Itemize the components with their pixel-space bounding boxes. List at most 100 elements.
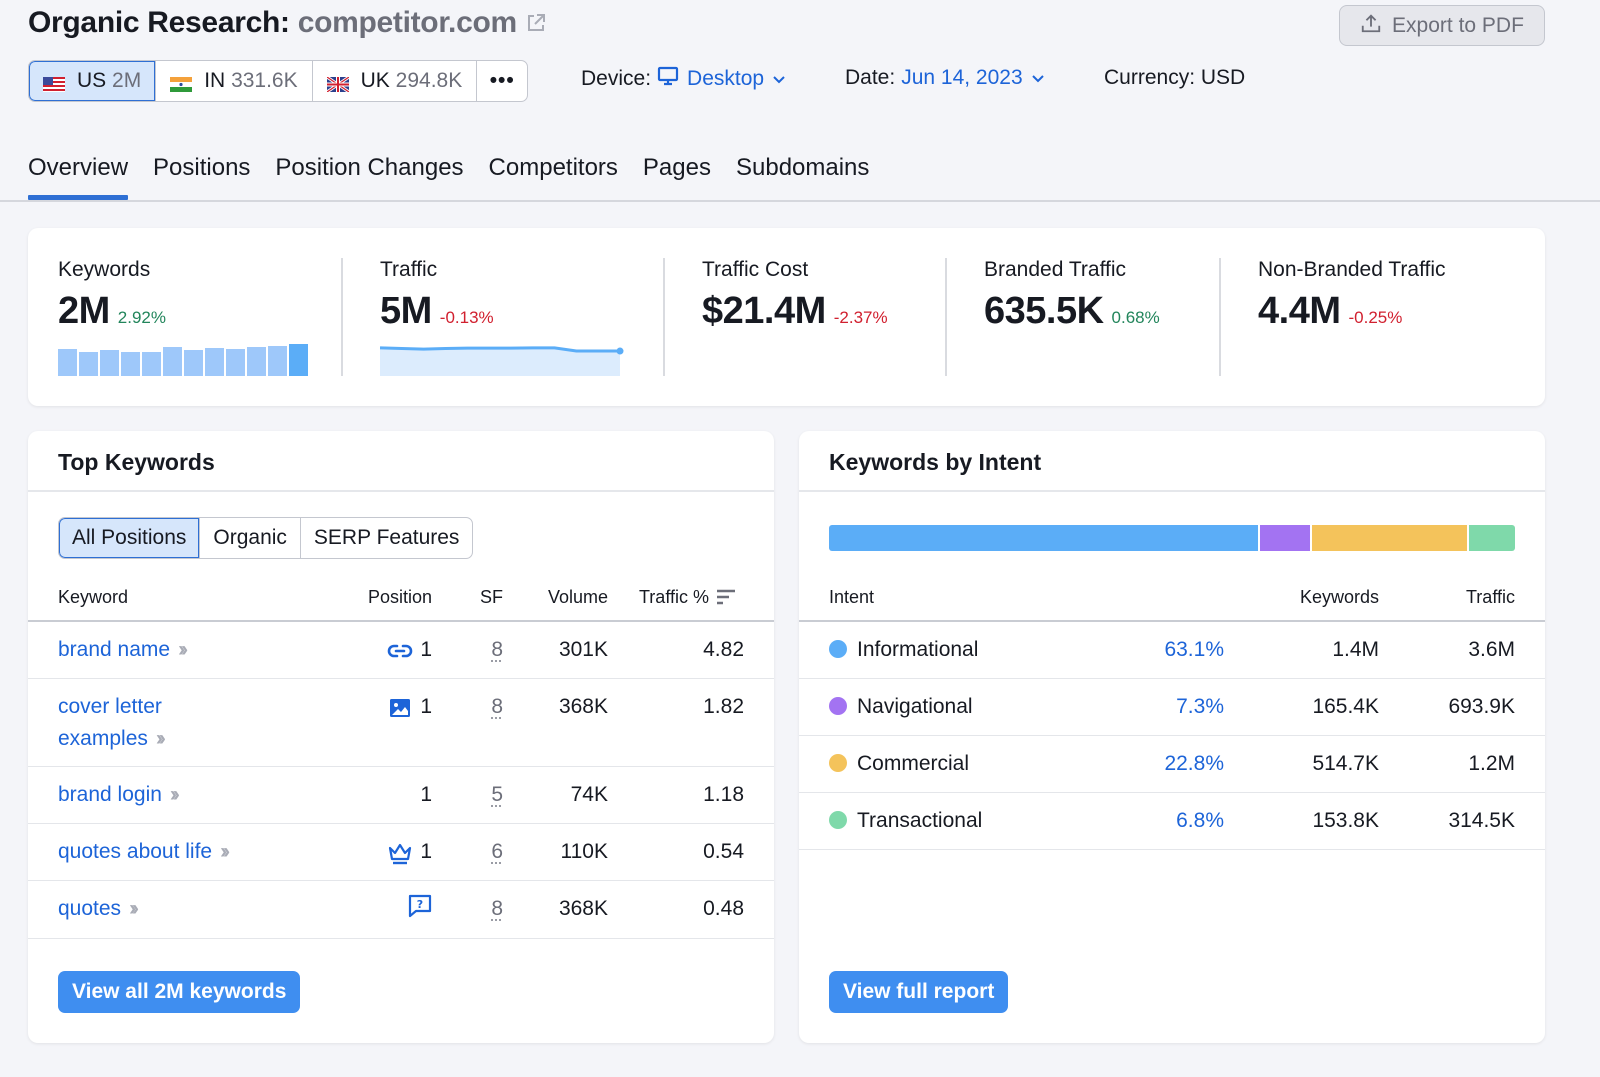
sf-count[interactable]: 8 bbox=[491, 695, 503, 719]
sort-icon[interactable] bbox=[716, 589, 736, 610]
keyword-text: examples bbox=[58, 727, 148, 750]
keyword-link[interactable]: quotes ›› bbox=[58, 893, 139, 925]
summary-card: Keywords 2M 2.92% Traffic 5M -0.13% Traf… bbox=[28, 228, 1545, 406]
database-uk[interactable]: UK 294.8K bbox=[313, 61, 478, 101]
tab-positions[interactable]: Positions bbox=[153, 152, 250, 198]
keywords-sparkline-bar bbox=[289, 344, 308, 376]
table-row: quotes about life ›› 1 6 110K 0.54 bbox=[28, 824, 774, 881]
intent-segment-navigational[interactable] bbox=[1260, 525, 1310, 551]
card-divider bbox=[799, 490, 1545, 492]
column-header-intent: Intent bbox=[829, 587, 875, 607]
metric-label: Non-Branded Traffic bbox=[1258, 258, 1446, 281]
table-row: quotes ›› ? 8 368K 0.48 bbox=[28, 881, 774, 939]
intent-row: Transactional 6.8% 153.8K 314.5K bbox=[799, 793, 1545, 850]
metric-branded-traffic[interactable]: Branded Traffic 635.5K 0.68% bbox=[984, 258, 1160, 333]
volume-value: 368K bbox=[558, 695, 608, 718]
traffic-value: 1.18 bbox=[703, 783, 744, 806]
metric-value: $21.4M bbox=[702, 290, 826, 332]
date-dropdown[interactable]: Jun 14, 2023 bbox=[901, 66, 1044, 90]
intent-percent[interactable]: 6.8% bbox=[1176, 809, 1224, 833]
column-header-sf[interactable]: SF bbox=[480, 587, 503, 608]
double-chevron-right-icon[interactable]: ›› bbox=[156, 727, 166, 750]
keyword-text: cover letter bbox=[58, 695, 162, 718]
sf-count[interactable]: 8 bbox=[491, 897, 503, 921]
database-in[interactable]: IN 331.6K bbox=[156, 61, 313, 101]
metric-non-branded-traffic[interactable]: Non-Branded Traffic 4.4M -0.25% bbox=[1258, 258, 1446, 333]
sf-count[interactable]: 6 bbox=[491, 840, 503, 864]
metric-label: Traffic bbox=[380, 258, 438, 281]
table-row: brand login ›› 1 5 74K 1.18 bbox=[28, 767, 774, 824]
export-to-pdf-button[interactable]: Export to PDF bbox=[1339, 5, 1545, 46]
keyword-link[interactable]: brand name ›› bbox=[58, 634, 188, 666]
metric-traffic[interactable]: Traffic 5M -0.13% bbox=[380, 258, 494, 333]
keyword-link[interactable]: brand login ›› bbox=[58, 779, 180, 811]
segment-organic[interactable]: Organic bbox=[200, 518, 301, 558]
double-chevron-right-icon[interactable]: ›› bbox=[170, 783, 180, 806]
domain-name[interactable]: competitor.com bbox=[298, 6, 517, 40]
segment-all-positions[interactable]: All Positions bbox=[59, 518, 201, 558]
intent-percent[interactable]: 63.1% bbox=[1164, 638, 1224, 662]
table-row: brand name ›› 1 8 301K 4.82 bbox=[28, 622, 774, 679]
tab-pages[interactable]: Pages bbox=[643, 152, 711, 198]
view-all-keywords-button[interactable]: View all 2M keywords bbox=[58, 971, 301, 1013]
sf-count[interactable]: 8 bbox=[491, 638, 503, 662]
tab-overview[interactable]: Overview bbox=[28, 152, 129, 200]
metric-delta: -0.13% bbox=[439, 308, 494, 327]
question-bubble-icon: ? bbox=[407, 893, 433, 919]
keywords-sparkline-bar bbox=[226, 349, 245, 376]
intent-name: Navigational bbox=[857, 695, 973, 718]
keyword-text: quotes about life bbox=[58, 840, 213, 863]
intent-percent[interactable]: 22.8% bbox=[1164, 752, 1224, 776]
metric-delta: -2.37% bbox=[833, 308, 888, 327]
metric-label: Branded Traffic bbox=[984, 258, 1127, 281]
column-header-traffic[interactable]: Traffic % bbox=[639, 587, 709, 608]
double-chevron-right-icon[interactable]: ›› bbox=[178, 638, 188, 661]
volume-value: 368K bbox=[558, 897, 608, 920]
device-dropdown[interactable]: Desktop bbox=[657, 66, 786, 92]
metric-value: 5M bbox=[380, 290, 432, 332]
metric-keywords[interactable]: Keywords 2M 2.92% bbox=[58, 258, 166, 333]
keywords-sparkline-bar bbox=[79, 352, 98, 376]
metric-label: Keywords bbox=[58, 258, 151, 281]
keywords-sparkline-bar bbox=[247, 347, 266, 376]
keyword-link[interactable]: cover letter examples ›› bbox=[58, 691, 166, 755]
intent-segment-transactional[interactable] bbox=[1468, 525, 1515, 551]
keywords-sparkline-bar bbox=[100, 350, 119, 376]
column-header-volume[interactable]: Volume bbox=[548, 587, 608, 608]
external-link-icon[interactable] bbox=[525, 12, 547, 34]
intent-keywords: 165.4K bbox=[1312, 695, 1379, 718]
sf-count[interactable]: 5 bbox=[491, 783, 503, 807]
position-type-toggle: All Positions Organic SERP Features bbox=[58, 517, 474, 559]
keyword-link[interactable]: quotes about life ›› bbox=[58, 836, 230, 868]
tab-competitors[interactable]: Competitors bbox=[489, 152, 618, 198]
us-flag-icon bbox=[43, 74, 65, 92]
commercial-dot-icon bbox=[829, 754, 847, 772]
device-filter: Device: Desktop bbox=[581, 66, 786, 92]
column-header-traffic[interactable]: Traffic bbox=[1466, 587, 1515, 608]
segment-serp-features[interactable]: SERP Features bbox=[301, 518, 473, 558]
view-full-report-button[interactable]: View full report bbox=[829, 971, 1009, 1013]
metric-divider bbox=[945, 258, 947, 376]
volume-value: 110K bbox=[560, 840, 609, 863]
double-chevron-right-icon[interactable]: ›› bbox=[220, 840, 230, 863]
intent-traffic: 693.9K bbox=[1448, 695, 1515, 718]
column-header-keywords[interactable]: Keywords bbox=[1300, 587, 1379, 608]
metric-delta: 0.68% bbox=[1111, 308, 1160, 327]
device-value: Desktop bbox=[687, 67, 765, 90]
date-label: Date: bbox=[845, 66, 896, 89]
metric-divider bbox=[341, 258, 343, 376]
database-us[interactable]: US 2M bbox=[29, 61, 157, 101]
keyword-text: brand login bbox=[58, 783, 162, 806]
keywords-sparkline-bar bbox=[121, 352, 140, 376]
tab-subdomains[interactable]: Subdomains bbox=[736, 152, 869, 198]
intent-segment-commercial[interactable] bbox=[1311, 525, 1467, 551]
intent-segment-informational[interactable] bbox=[829, 525, 1259, 551]
intent-percent[interactable]: 7.3% bbox=[1176, 695, 1224, 719]
tab-position-changes[interactable]: Position Changes bbox=[275, 152, 463, 198]
date-value: Jun 14, 2023 bbox=[901, 66, 1023, 89]
keywords-sparkline bbox=[58, 344, 308, 376]
more-databases-button[interactable]: ••• bbox=[477, 61, 527, 101]
double-chevron-right-icon[interactable]: ›› bbox=[129, 897, 139, 920]
column-header-position[interactable]: Position bbox=[368, 587, 432, 608]
metric-traffic-cost[interactable]: Traffic Cost $21.4M -2.37% bbox=[702, 258, 888, 333]
